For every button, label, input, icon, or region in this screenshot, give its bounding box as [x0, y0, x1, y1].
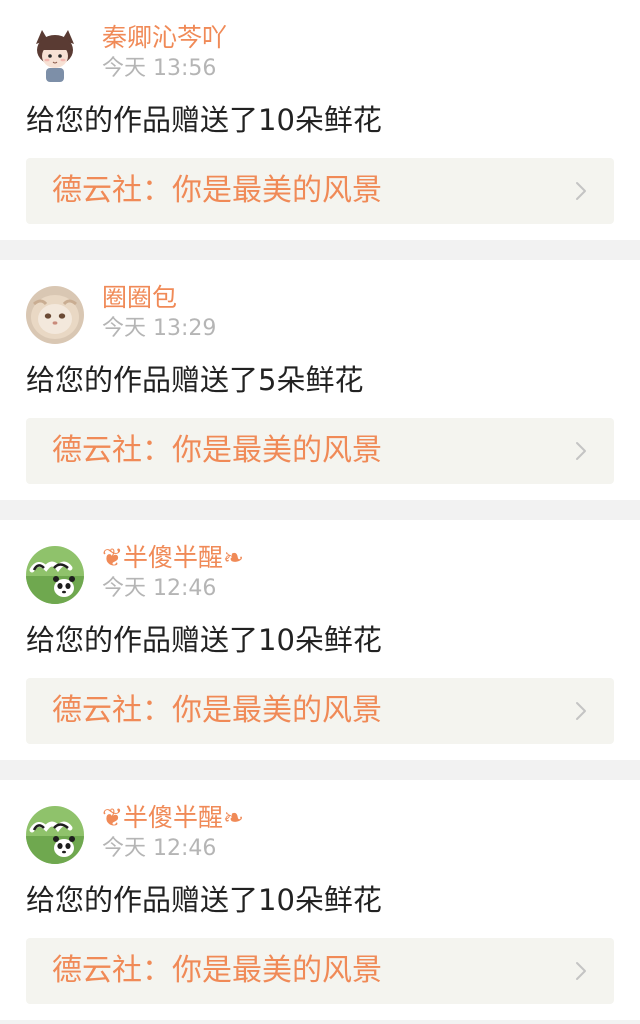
chevron-right-icon [576, 702, 586, 720]
panda-slogan-avatar-icon [26, 546, 84, 604]
work-title: 德云社：你是最美的风景 [52, 953, 382, 988]
avatar[interactable] [26, 546, 84, 604]
work-link[interactable]: 德云社：你是最美的风景 [26, 158, 614, 224]
username[interactable]: ❦半傻半醒❧ [102, 802, 244, 834]
timestamp: 今天 12:46 [102, 836, 217, 861]
gift-message: 给您的作品赠送了10朵鲜花 [26, 103, 382, 137]
avatar[interactable] [26, 806, 84, 864]
timestamp: 今天 12:46 [102, 576, 217, 601]
gift-message: 给您的作品赠送了10朵鲜花 [26, 883, 382, 917]
cartoon-cat-girl-avatar-icon [26, 26, 84, 84]
avatar[interactable] [26, 26, 84, 84]
gift-message: 给您的作品赠送了10朵鲜花 [26, 623, 382, 657]
notification-card: 圈圈包 今天 13:29 给您的作品赠送了5朵鲜花 德云社：你是最美的风景 [0, 260, 640, 500]
timestamp: 今天 13:56 [102, 56, 217, 81]
work-title: 德云社：你是最美的风景 [52, 173, 382, 208]
avatar[interactable] [26, 286, 84, 344]
notification-card: ❦半傻半醒❧ 今天 12:46 给您的作品赠送了10朵鲜花 德云社：你是最美的风… [0, 780, 640, 1020]
kitten-photo-avatar-icon [26, 286, 84, 344]
notification-card: ❦半傻半醒❧ 今天 12:46 给您的作品赠送了10朵鲜花 德云社：你是最美的风… [0, 520, 640, 760]
chevron-right-icon [576, 442, 586, 460]
username[interactable]: ❦半傻半醒❧ [102, 542, 244, 574]
username[interactable]: 秦卿沁芩吖 [102, 22, 227, 54]
gift-message: 给您的作品赠送了5朵鲜花 [26, 363, 364, 397]
work-link[interactable]: 德云社：你是最美的风景 [26, 938, 614, 1004]
panda-slogan-avatar-icon [26, 806, 84, 864]
timestamp: 今天 13:29 [102, 316, 217, 341]
work-link[interactable]: 德云社：你是最美的风景 [26, 678, 614, 744]
notification-list: 秦卿沁芩吖 今天 13:56 给您的作品赠送了10朵鲜花 德云社：你是最美的风景… [0, 0, 640, 1020]
username[interactable]: 圈圈包 [102, 282, 177, 314]
chevron-right-icon [576, 182, 586, 200]
notification-card: 秦卿沁芩吖 今天 13:56 给您的作品赠送了10朵鲜花 德云社：你是最美的风景 [0, 0, 640, 240]
work-link[interactable]: 德云社：你是最美的风景 [26, 418, 614, 484]
work-title: 德云社：你是最美的风景 [52, 693, 382, 728]
work-title: 德云社：你是最美的风景 [52, 433, 382, 468]
chevron-right-icon [576, 962, 586, 980]
